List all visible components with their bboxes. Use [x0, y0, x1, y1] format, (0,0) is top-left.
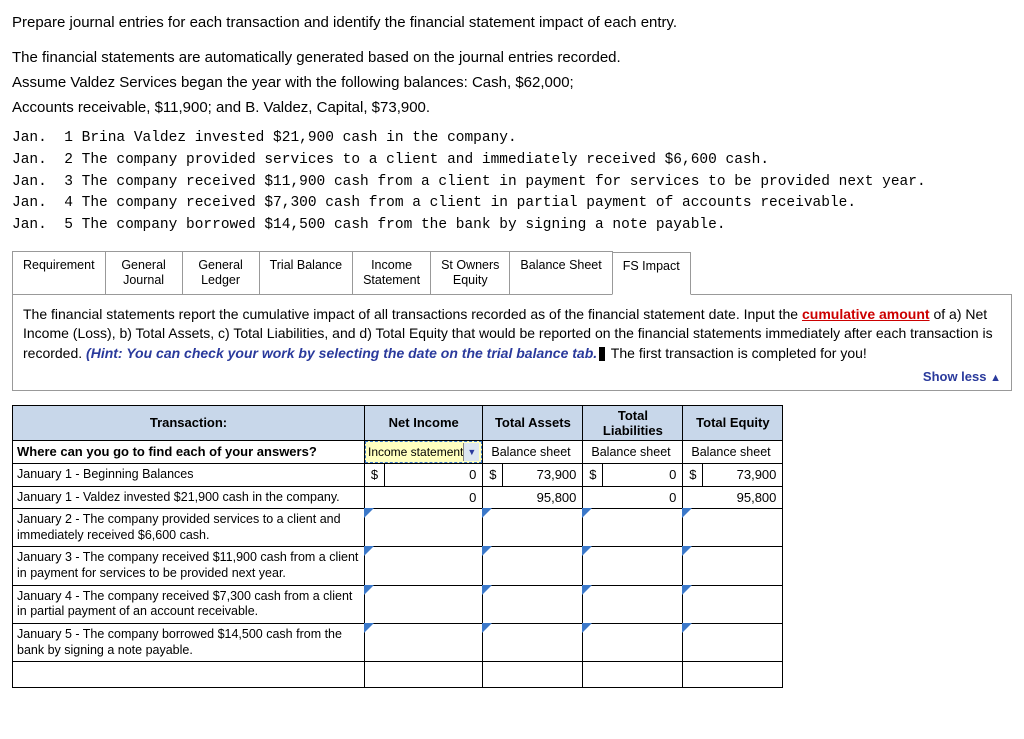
table-row: January 4 - The company received $7,300 … [13, 585, 783, 623]
worksheet-tabs: Requirement General Journal General Ledg… [12, 251, 1012, 295]
hint-panel: The financial statements report the cumu… [12, 295, 1012, 391]
hint-emphasis: cumulative amount [802, 306, 930, 322]
cell-net-income: $0 [365, 463, 483, 486]
hint-blue: (Hint: You can check your work by select… [86, 345, 597, 361]
col-net-income: Net Income [365, 405, 483, 440]
tab-balance-sheet[interactable]: Balance Sheet [509, 251, 612, 294]
input-assets[interactable] [483, 585, 583, 623]
tab-income-statement[interactable]: Income Statement [352, 251, 431, 294]
tab-general-journal[interactable]: General Journal [105, 251, 183, 294]
col-total-equity: Total Equity [683, 405, 783, 440]
input-equity[interactable] [683, 585, 783, 623]
problem-instructions: Prepare journal entries for each transac… [12, 12, 1012, 118]
input-equity[interactable] [683, 547, 783, 585]
tab-owners-equity[interactable]: St Owners Equity [430, 251, 510, 294]
cell-assets: 95,800 [483, 486, 583, 509]
col-total-liabilities: Total Liabilities [583, 405, 683, 440]
table-row: January 3 - The company received $11,900… [13, 547, 783, 585]
cell-liab: 0 [583, 486, 683, 509]
instruction-line: The financial statements are automatical… [12, 47, 1012, 68]
input-assets[interactable] [483, 547, 583, 585]
cell-equity: 95,800 [683, 486, 783, 509]
input-liab[interactable] [583, 623, 683, 661]
cell-equity: $73,900 [683, 463, 783, 486]
input-liab[interactable] [583, 547, 683, 585]
show-less-toggle[interactable]: Show less ▲ [23, 368, 1001, 386]
input-assets[interactable] [483, 509, 583, 547]
input-equity[interactable] [683, 623, 783, 661]
instruction-line: Accounts receivable, $11,900; and B. Val… [12, 97, 1012, 118]
answer-total-liab: Balance sheet [583, 440, 683, 463]
cell-liab: $0 [583, 463, 683, 486]
input-assets[interactable] [483, 623, 583, 661]
instruction-line: Assume Valdez Services began the year wi… [12, 72, 1012, 93]
input-net-income[interactable] [365, 509, 483, 547]
table-row: January 2 - The company provided service… [13, 509, 783, 547]
chevron-down-icon: ▼ [463, 443, 479, 461]
answer-dropdown-net-income[interactable]: Income statement▼ [365, 440, 483, 463]
text-cursor [599, 347, 605, 361]
journal-transactions: Jan. 1 Brina Valdez invested $21,900 cas… [12, 128, 1012, 237]
col-transaction: Transaction: [13, 405, 365, 440]
tab-requirement[interactable]: Requirement [12, 251, 106, 294]
answer-total-assets: Balance sheet [483, 440, 583, 463]
table-row [13, 662, 783, 688]
chevron-up-icon: ▲ [990, 372, 1001, 384]
input-liab[interactable] [583, 585, 683, 623]
table-row: January 5 - The company borrowed $14,500… [13, 623, 783, 661]
input-equity[interactable] [683, 509, 783, 547]
table-row: January 1 - Beginning Balances $0 $73,90… [13, 463, 783, 486]
tab-general-ledger[interactable]: General Ledger [182, 251, 260, 294]
input-net-income[interactable] [365, 585, 483, 623]
tab-trial-balance[interactable]: Trial Balance [259, 251, 354, 294]
answer-total-equity: Balance sheet [683, 440, 783, 463]
tab-fs-impact[interactable]: FS Impact [612, 252, 691, 295]
table-row: January 1 - Valdez invested $21,900 cash… [13, 486, 783, 509]
cell-assets: $73,900 [483, 463, 583, 486]
input-net-income[interactable] [365, 623, 483, 661]
instruction-line: Prepare journal entries for each transac… [12, 12, 1012, 33]
answers-question: Where can you go to find each of your an… [13, 440, 365, 463]
input-net-income[interactable] [365, 547, 483, 585]
cell-net-income: 0 [365, 486, 483, 509]
fs-impact-table: Transaction: Net Income Total Assets Tot… [12, 405, 783, 688]
input-liab[interactable] [583, 509, 683, 547]
col-total-assets: Total Assets [483, 405, 583, 440]
